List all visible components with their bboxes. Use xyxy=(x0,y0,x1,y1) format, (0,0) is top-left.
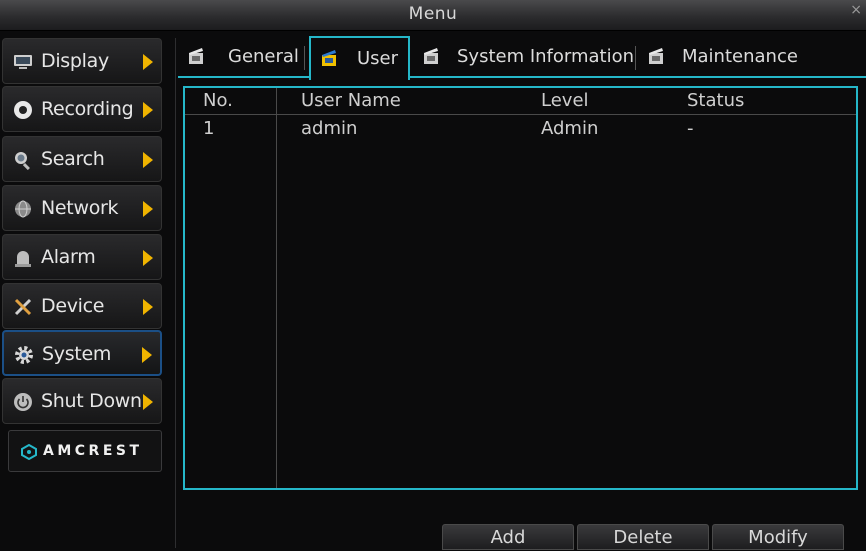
chevron-right-icon xyxy=(143,201,153,217)
header-divider xyxy=(185,114,856,115)
delete-button[interactable]: Delete xyxy=(577,524,709,550)
sidebar: Display Recording Search Network Alarm D xyxy=(0,38,176,548)
clapperboard-icon xyxy=(322,50,336,66)
modify-button[interactable]: Modify xyxy=(712,524,844,550)
search-icon xyxy=(15,152,30,170)
cell-no: 1 xyxy=(203,118,215,139)
monitor-icon xyxy=(14,55,32,69)
sidebar-item-label: Recording xyxy=(41,98,134,120)
globe-icon xyxy=(15,200,31,218)
chevron-right-icon xyxy=(143,102,153,118)
chevron-right-icon xyxy=(143,250,153,266)
column-header-status[interactable]: Status xyxy=(687,90,744,111)
title-bar: Menu × xyxy=(0,0,866,31)
cell-user-name: admin xyxy=(301,118,358,139)
tab-user[interactable]: User xyxy=(309,36,410,80)
sidebar-item-label: Device xyxy=(41,295,105,317)
alarm-icon xyxy=(15,251,31,267)
tab-baseline xyxy=(178,76,866,78)
user-table: No. User Name Level Status 1 admin Admin… xyxy=(183,86,858,490)
record-icon xyxy=(14,101,32,119)
tab-label: System Information xyxy=(457,46,635,67)
tab-system-information[interactable]: System Information xyxy=(413,36,637,76)
sidebar-item-label: Shut Down xyxy=(41,390,142,412)
tab-bar: General User System Information Maintena… xyxy=(178,36,866,80)
window-title: Menu xyxy=(408,4,458,24)
tab-general[interactable]: General xyxy=(178,36,306,76)
chevron-right-icon xyxy=(143,54,153,70)
brand-logo: AMCREST xyxy=(8,430,162,472)
tab-label: Maintenance xyxy=(682,46,798,67)
sidebar-item-label: Display xyxy=(41,50,109,72)
brand-name: AMCREST xyxy=(43,443,143,459)
clapperboard-icon xyxy=(424,48,438,64)
sidebar-item-alarm[interactable]: Alarm xyxy=(2,234,162,280)
sidebar-item-shutdown[interactable]: Shut Down xyxy=(2,378,162,424)
cell-status: - xyxy=(687,118,694,139)
gear-icon xyxy=(15,346,33,364)
amcrest-logo-icon xyxy=(21,444,37,460)
column-divider xyxy=(276,88,277,488)
column-header-user-name[interactable]: User Name xyxy=(301,90,401,111)
sidebar-item-recording[interactable]: Recording xyxy=(2,86,162,132)
sidebar-item-system[interactable]: System xyxy=(2,330,162,376)
column-header-level[interactable]: Level xyxy=(541,90,589,111)
sidebar-item-label: Search xyxy=(41,148,105,170)
sidebar-item-display[interactable]: Display xyxy=(2,38,162,84)
sidebar-item-label: Network xyxy=(41,197,119,219)
chevron-right-icon xyxy=(143,394,153,410)
chevron-right-icon xyxy=(143,152,153,168)
tools-icon xyxy=(14,298,32,316)
tab-maintenance[interactable]: Maintenance xyxy=(638,36,798,76)
tab-label: General xyxy=(228,46,299,67)
sidebar-item-label: System xyxy=(42,343,112,365)
clapperboard-icon xyxy=(189,48,203,64)
power-icon xyxy=(14,393,32,411)
add-button[interactable]: Add xyxy=(442,524,574,550)
clapperboard-icon xyxy=(649,48,663,64)
sidebar-item-device[interactable]: Device xyxy=(2,283,162,329)
column-header-no[interactable]: No. xyxy=(203,90,233,111)
sidebar-item-label: Alarm xyxy=(41,246,96,268)
tab-divider xyxy=(304,46,305,70)
chevron-right-icon xyxy=(142,347,152,363)
sidebar-item-search[interactable]: Search xyxy=(2,136,162,182)
tab-label: User xyxy=(357,48,399,69)
sidebar-item-network[interactable]: Network xyxy=(2,185,162,231)
cell-level: Admin xyxy=(541,118,599,139)
tab-divider xyxy=(635,46,636,70)
chevron-right-icon xyxy=(143,299,153,315)
close-icon[interactable]: × xyxy=(850,2,862,18)
